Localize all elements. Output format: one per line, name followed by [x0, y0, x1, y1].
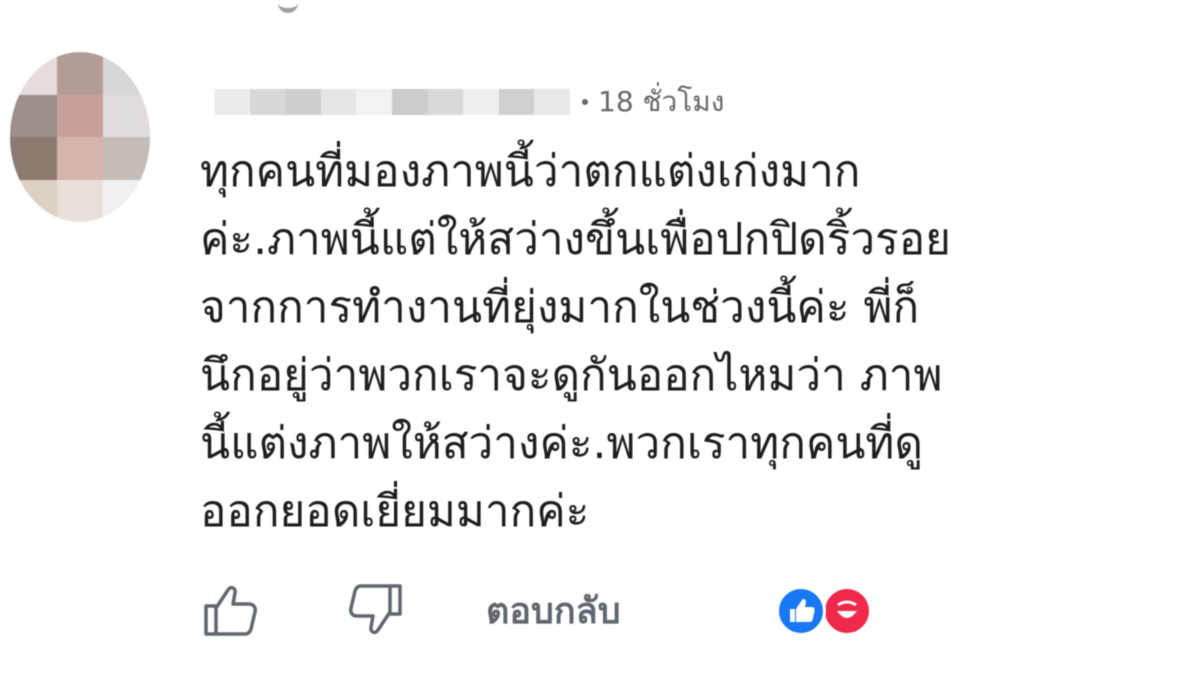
comment-line: นี้แต่งภาพให้สว่างค่ะ.พวกเราทุกคนที่ดู [200, 418, 923, 469]
haha-reaction-icon [822, 586, 872, 636]
reaction-summary[interactable] [776, 582, 886, 640]
thumbs-up-icon[interactable] [200, 580, 260, 640]
reply-button[interactable]: ตอบกลับ [486, 588, 621, 636]
comment-actions: ตอบกลับ [200, 580, 900, 644]
timestamp[interactable]: 18 ชั่วโมง [598, 84, 724, 120]
comment-line: นึกอยู่ว่าพวกเราจะดูกันออกไหมว่า ภาพ [200, 350, 943, 401]
thumbs-down-icon[interactable] [346, 580, 406, 640]
comment-header: 18 ชั่วโมง [214, 84, 724, 120]
comment-line: ค่ะ.ภาพนี้แต่ให้สว่างขึ้นเพื่อปกปิดริ้วร… [200, 214, 951, 265]
like-reaction-icon [776, 586, 826, 636]
comment-line: ออกยอดเยี่ยมมากค่ะ [200, 486, 590, 537]
comment-line: ทุกคนที่มองภาพนี้ว่าตกแต่งเก่งมาก [200, 146, 861, 197]
author-name-redacted[interactable] [214, 89, 570, 115]
avatar[interactable] [10, 52, 150, 222]
previous-comment-fragment [278, 0, 298, 13]
separator-dot [582, 99, 588, 105]
comment-line: จากการทำงานที่ยุ่งมากในช่วงนี้ค่ะ พี่ก็ [200, 282, 920, 333]
comment-screenshot: 18 ชั่วโมง ทุกคนที่มองภาพนี้ว่าตกแต่งเก่… [0, 0, 1200, 680]
comment-body: ทุกคนที่มองภาพนี้ว่าตกแต่งเก่งมาก ค่ะ.ภา… [200, 138, 1100, 546]
